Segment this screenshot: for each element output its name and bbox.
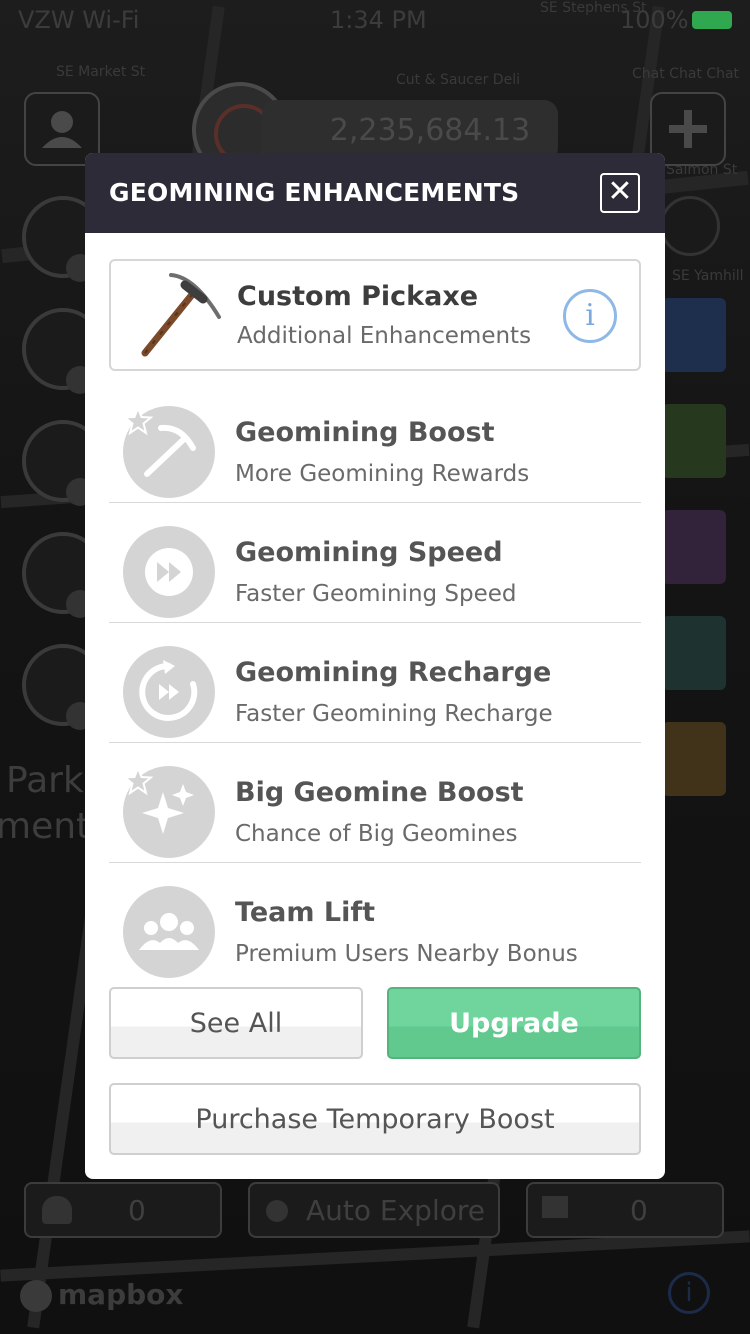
sparkles-icon — [123, 766, 215, 858]
enhancement-row-big-geomine-boost[interactable]: Big Geomine Boost Chance of Big Geomines — [109, 743, 641, 863]
robot-tile-button[interactable] — [662, 616, 726, 690]
enhancement-title: Team Lift — [235, 897, 376, 928]
pickaxe-icon — [141, 273, 221, 357]
star-badge-icon — [123, 406, 153, 436]
enhancement-title: Big Geomine Boost — [235, 777, 524, 808]
coins-tile-button[interactable] — [662, 722, 726, 796]
custom-pickaxe-title: Custom Pickaxe — [237, 281, 479, 312]
enhancement-row-geomining-boost[interactable]: Geomining Boost More Geomining Rewards — [109, 383, 641, 503]
clock: 1:34 PM — [330, 6, 427, 34]
enhancement-title: Geomining Boost — [235, 417, 495, 448]
checklist-tile-button[interactable] — [662, 404, 726, 478]
mapbox-label: mapbox — [58, 1278, 184, 1311]
enhancements-modal: GEOMINING ENHANCEMENTS ✕ Custom Pickaxe … — [85, 153, 665, 1179]
close-button[interactable]: ✕ — [600, 173, 640, 213]
mapbox-logo-icon — [20, 1280, 52, 1312]
enhancement-subtitle: Faster Geomining Speed — [235, 581, 517, 607]
upgrade-button[interactable]: Upgrade — [387, 987, 641, 1059]
grid-tile-button[interactable] — [662, 298, 726, 372]
flag-counter[interactable]: 0 — [526, 1182, 724, 1238]
enhancement-subtitle: Faster Geomining Recharge — [235, 701, 553, 727]
enhancement-title: Geomining Recharge — [235, 657, 552, 688]
parachute-icon — [42, 1196, 72, 1224]
parachute-count: 0 — [128, 1194, 146, 1227]
enhancement-subtitle: Premium Users Nearby Bonus — [235, 941, 578, 967]
carrier-label: VZW Wi-Fi — [18, 6, 140, 34]
mapbox-logo: mapbox — [20, 1278, 183, 1312]
map-park-label: Park — [6, 760, 84, 801]
star-tile-button[interactable] — [662, 510, 726, 584]
battery-percent: 100% — [620, 6, 689, 34]
flag-count: 0 — [630, 1194, 648, 1227]
toggle-dot-icon — [266, 1200, 288, 1222]
see-all-button[interactable]: See All — [109, 987, 363, 1059]
map-info-button[interactable]: i — [668, 1272, 710, 1314]
team-icon — [123, 886, 215, 978]
map-street-label: SE Market St — [56, 64, 146, 80]
modal-title: GEOMINING ENHANCEMENTS — [109, 178, 520, 207]
enhancement-row-geomining-speed[interactable]: Geomining Speed Faster Geomining Speed — [109, 503, 641, 623]
pickaxe-boost-icon — [123, 406, 215, 498]
enhancement-subtitle: More Geomining Rewards — [235, 461, 530, 487]
custom-pickaxe-card[interactable]: Custom Pickaxe Additional Enhancements i — [109, 259, 641, 371]
fast-forward-icon — [123, 526, 215, 618]
star-badge-icon — [123, 766, 153, 796]
flag-icon — [542, 1196, 568, 1218]
parachute-counter[interactable]: 0 — [24, 1182, 222, 1238]
map-street-label: SE Yamhill — [672, 268, 744, 284]
map-street-label: Chat Chat Chat — [632, 66, 740, 82]
status-bar: VZW Wi-Fi 1:34 PM 100% — [0, 0, 750, 40]
enhancement-title: Geomining Speed — [235, 537, 503, 568]
enhancement-subtitle: Chance of Big Geomines — [235, 821, 518, 847]
enhancement-row-team-lift[interactable]: Team Lift Premium Users Nearby Bonus — [109, 863, 641, 983]
info-button[interactable]: i — [563, 289, 617, 343]
auto-explore-button[interactable]: Auto Explore — [248, 1182, 500, 1238]
purchase-temporary-boost-button[interactable]: Purchase Temporary Boost — [109, 1083, 641, 1155]
enhancement-row-geomining-recharge[interactable]: Geomining Recharge Faster Geomining Rech… — [109, 623, 641, 743]
modal-header: GEOMINING ENHANCEMENTS ✕ — [85, 153, 665, 233]
custom-pickaxe-subtitle: Additional Enhancements — [237, 323, 532, 349]
auto-explore-label: Auto Explore — [306, 1194, 485, 1227]
compass-icon[interactable] — [660, 196, 720, 256]
recharge-icon — [123, 646, 215, 738]
battery-icon — [692, 11, 732, 29]
map-street-label: Cut & Saucer Deli — [396, 72, 520, 88]
